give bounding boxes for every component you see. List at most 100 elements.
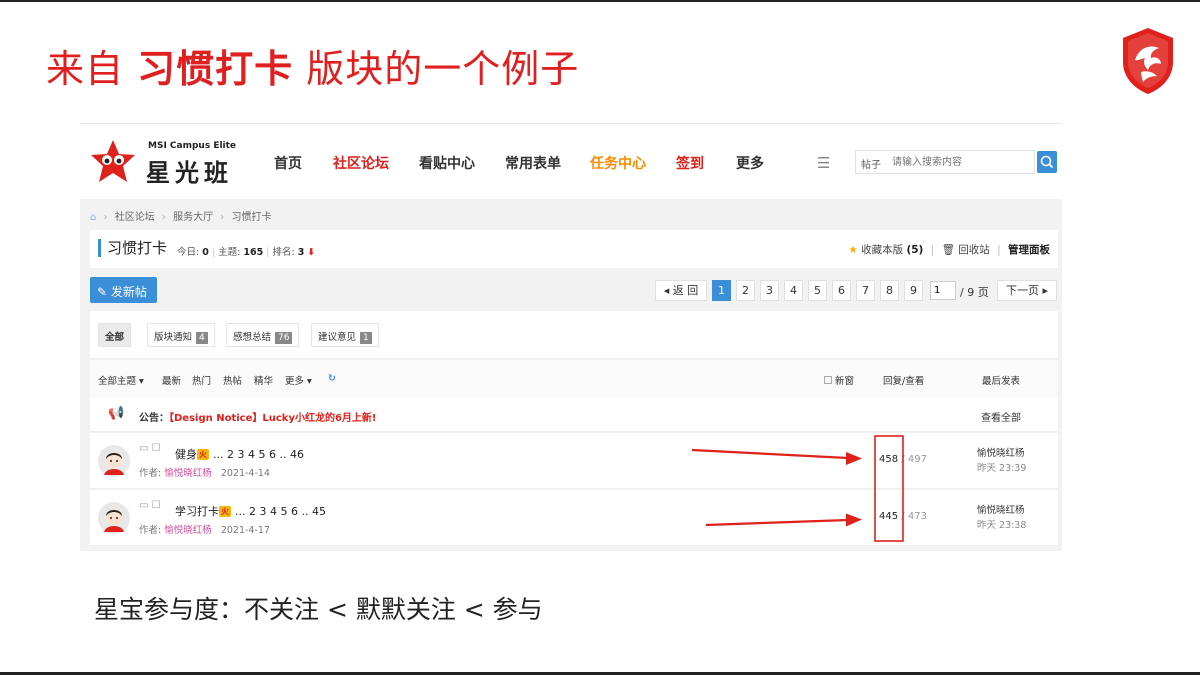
nav-home[interactable]: 首页 (274, 153, 302, 173)
search-input[interactable] (892, 153, 1032, 172)
trash-icon: 🗑 (941, 244, 955, 256)
admin-panel-link[interactable]: 管理面板 (1008, 244, 1050, 256)
search-icon[interactable] (1037, 151, 1057, 173)
back-button[interactable]: ◂ 返 回 (655, 280, 707, 301)
list-menu-icon[interactable]: ☰ (817, 154, 830, 172)
last-post-user[interactable]: 愉悦晓红杨 (977, 505, 1025, 516)
sort-more[interactable]: 更多 ▾ (285, 373, 312, 387)
reflections-count-badge: 76 (275, 332, 293, 344)
sort-all-topics[interactable]: 全部主题 ▾ (98, 373, 144, 387)
nav-more[interactable]: 更多 (736, 153, 764, 173)
search-category[interactable]: 帖子 (861, 156, 881, 171)
reply-view-header: 回复/查看 (883, 376, 925, 387)
last-post-time: 昨天 23:38 (977, 520, 1027, 531)
brand-english-name: MSI Campus Elite (148, 141, 237, 151)
sort-digest[interactable]: 精华 (254, 373, 273, 387)
last-post-info: 愉悦晓红杨昨天 23:38 (977, 503, 1026, 533)
thread-pages[interactable]: ... 2 3 4 5 6 .. 45 (235, 505, 326, 518)
thread-meta: 作者: 愉悦晓红杨 2021-4-17 (139, 525, 270, 536)
thread-author[interactable]: 愉悦晓红杨 (164, 525, 212, 536)
rank-down-arrow-icon: ⬇ (307, 247, 316, 258)
recycle-link[interactable]: 回收站 (958, 244, 990, 256)
page-5[interactable]: 5 (808, 280, 827, 301)
page-number-input[interactable]: 1 (930, 281, 956, 300)
favorite-star-icon: ★ (848, 244, 858, 256)
new-window-toggle[interactable]: 新窗 (824, 373, 854, 387)
refresh-icon[interactable]: ↻ (328, 373, 336, 384)
page-9[interactable]: 9 (904, 280, 923, 301)
thread-meta: 作者: 愉悦晓红杨 2021-4-14 (139, 468, 270, 479)
filter-suggestions[interactable]: 建议意见 1 (311, 323, 379, 347)
thread-type-filter: 全部 版块通知 4 感想总结 76 建议意见 1 (90, 311, 1058, 359)
page-6[interactable]: 6 (832, 280, 851, 301)
thread-row[interactable]: ▭ ☐ 学习打卡火... 2 3 4 5 6 .. 45 作者: 愉悦晓红杨 2… (90, 490, 1058, 546)
sort-hot[interactable]: 热门 (192, 373, 211, 387)
thread-title[interactable]: 学习打卡火... 2 3 4 5 6 .. 45 (175, 503, 326, 519)
new-window-checkbox[interactable] (824, 376, 832, 384)
page-8[interactable]: 8 (880, 280, 899, 301)
page-total: / 9 页 (960, 286, 989, 299)
sort-latest[interactable]: 最新 (162, 373, 181, 387)
home-icon[interactable]: ⌂ (90, 212, 96, 223)
megaphone-icon: 📢 (108, 406, 125, 421)
page-7[interactable]: 7 (856, 280, 875, 301)
sort-bar: 全部主题 ▾ 最新 热门 热帖 精华 更多 ▾ ↻ 新窗 回复/查看 最后发表 (90, 360, 1058, 398)
breadcrumb: ⌂ › 社区论坛 › 服务大厅 › 习惯打卡 (90, 212, 272, 223)
nav-forms[interactable]: 常用表单 (505, 153, 561, 173)
site-header: MSI Campus Elite 星光班 首页 社区论坛 看贴中心 常用表单 任… (80, 124, 1062, 199)
next-page-button[interactable]: 下一页 ▸ (997, 280, 1057, 301)
folder-icon: ▭ ☐ (139, 500, 161, 511)
reply-count: 445 (879, 511, 899, 522)
forum-screenshot: MSI Campus Elite 星光班 首页 社区论坛 看贴中心 常用表单 任… (80, 123, 1062, 551)
search-box: 帖子 (855, 150, 1035, 174)
brand-chinese-name[interactable]: 星光班 (146, 153, 233, 188)
favorite-link[interactable]: 收藏本版 (861, 244, 903, 256)
hot-badge: 火 (219, 506, 231, 517)
nav-forum[interactable]: 社区论坛 (333, 153, 389, 173)
hot-badge: 火 (197, 449, 209, 460)
notices-count-badge: 4 (196, 332, 208, 344)
thread-title[interactable]: 健身火... 2 3 4 5 6 .. 46 (175, 446, 304, 462)
filter-all[interactable]: 全部 (98, 323, 132, 347)
avatar[interactable] (98, 445, 130, 477)
breadcrumb-habit[interactable]: 习惯打卡 (231, 212, 271, 223)
page-1[interactable]: 1 (712, 280, 731, 301)
folder-icon: ▭ ☐ (139, 443, 161, 454)
forum-stats: 今日: 0 | 主题: 165 | 排名: 3 ⬇ (177, 247, 316, 258)
filter-reflections[interactable]: 感想总结 76 (226, 323, 300, 347)
new-post-button[interactable]: ✎ 发新帖 (90, 277, 157, 303)
page-2[interactable]: 2 (736, 280, 755, 301)
suggestions-count-badge: 1 (360, 332, 372, 344)
sort-hot-posts[interactable]: 热帖 (223, 373, 242, 387)
star-mascot-icon (91, 140, 135, 182)
slide-top-border (0, 0, 1200, 2)
favorite-count: (5) (906, 244, 924, 256)
thread-row[interactable]: ▭ ☐ 健身火... 2 3 4 5 6 .. 46 作者: 愉悦晓红杨 202… (90, 433, 1058, 489)
forum-info-bar: 习惯打卡 今日: 0 | 主题: 165 | 排名: 3 ⬇ ★ 收藏本版 (5… (90, 230, 1058, 268)
page-3[interactable]: 3 (760, 280, 779, 301)
msi-dragon-shield-icon (1123, 28, 1173, 94)
thread-date: 2021-4-17 (220, 525, 270, 536)
reply-count: 458 (879, 454, 899, 465)
thread-date: 2021-4-14 (220, 468, 270, 479)
page-4[interactable]: 4 (784, 280, 803, 301)
announcement-text[interactable]: 公告：【Design Notice】Lucky小红龙的6月上新! (139, 409, 377, 424)
forum-title: 习惯打卡 (98, 239, 167, 257)
forum-actions: ★ 收藏本版 (5) | 🗑 回收站 | 管理面板 (848, 244, 1050, 256)
thread-author[interactable]: 愉悦晓红杨 (164, 468, 212, 479)
edit-icon: ✎ (97, 285, 108, 299)
last-post-time: 昨天 23:39 (977, 463, 1027, 474)
last-post-header: 最后发表 (982, 376, 1021, 387)
slide-caption: 星宝参与度：不关注 < 默默关注 < 参与 (94, 595, 543, 624)
breadcrumb-service-hall[interactable]: 服务大厅 (173, 212, 213, 223)
nav-checkin[interactable]: 签到 (676, 153, 704, 173)
nav-post-center[interactable]: 看贴中心 (419, 153, 475, 173)
breadcrumb-forum[interactable]: 社区论坛 (115, 212, 155, 223)
filter-notices[interactable]: 版块通知 4 (147, 323, 215, 347)
nav-task-center[interactable]: 任务中心 (590, 153, 646, 173)
thread-pages[interactable]: ... 2 3 4 5 6 .. 46 (213, 448, 304, 461)
last-post-user[interactable]: 愉悦晓红杨 (977, 448, 1025, 459)
view-all-announcements[interactable]: 查看全部 (981, 409, 1021, 424)
avatar[interactable] (98, 502, 130, 534)
view-count: 497 (907, 454, 927, 465)
